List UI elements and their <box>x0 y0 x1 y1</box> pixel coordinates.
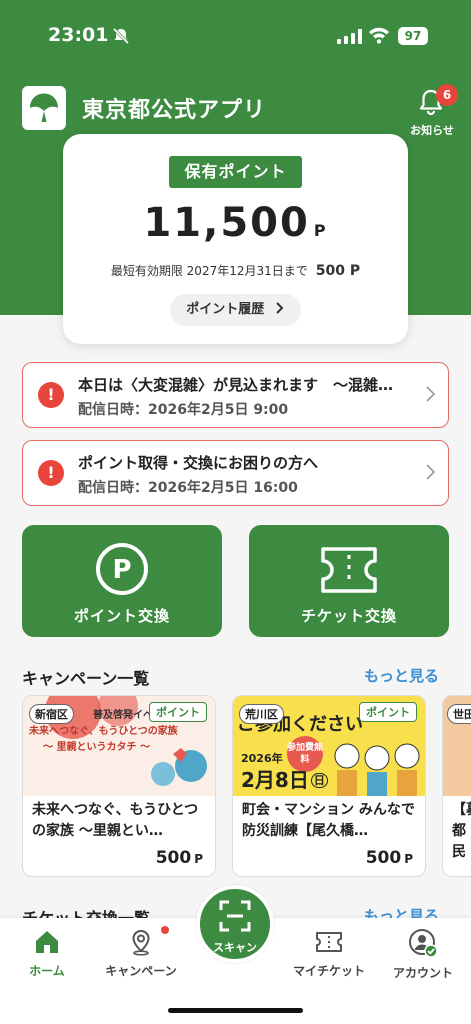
svg-text:P: P <box>112 555 131 585</box>
banner-date-text: 2月8日 <box>241 768 309 792</box>
points-expiry: 最短有効期限 2027年12月31日まで 500 P <box>63 262 408 279</box>
campaign-points-unit: P <box>404 852 413 866</box>
ticket-icon <box>316 932 342 952</box>
cellular-signal-icon <box>337 28 362 44</box>
point-tag: ポイント <box>359 702 417 722</box>
app-title: 東京都公式アプリ <box>82 98 267 123</box>
tab-account[interactable]: アカウント <box>378 928 468 981</box>
campaign-points-value: 500 <box>155 848 192 868</box>
map-pin-icon <box>132 929 150 956</box>
campaign-points-unit: P <box>194 852 203 866</box>
point-history-label: ポイント履歴 <box>186 302 265 317</box>
tab-account-label: アカウント <box>392 966 453 980</box>
points-card: 保有ポイント 11,500 P 最短有効期限 2027年12月31日まで 500 P… <box>63 134 408 344</box>
alert-item-help[interactable]: ! ポイント取得・交換にお困りの方へ 配信日時：2026年2月5日 16:00 <box>22 440 449 506</box>
status-bar: 23:01 97 <box>0 0 471 70</box>
point-tag: ポイント <box>149 702 207 722</box>
tab-home-label: ホーム <box>29 964 65 978</box>
disaster-drill-illustration <box>334 743 420 796</box>
alert-date: 配信日時：2026年2月5日 9:00 <box>78 402 289 418</box>
home-icon <box>36 931 58 953</box>
notifications-button[interactable]: 6 お知らせ <box>404 84 460 140</box>
scan-label: スキャン <box>213 941 257 954</box>
wifi-icon <box>369 27 389 44</box>
alert-icon: ! <box>38 382 64 408</box>
ward-tag: 新宿区 <box>29 704 74 724</box>
banner-day: 日 <box>310 773 328 788</box>
tab-my-ticket-label: マイチケット <box>292 964 365 978</box>
campaign-points-value: 500 <box>365 848 402 868</box>
home-indicator <box>168 1008 303 1013</box>
status-time: 23:01 <box>48 24 109 46</box>
silent-bell-icon <box>112 27 130 45</box>
expiry-amount: 500 P <box>315 263 361 279</box>
tokyo-logo-icon <box>22 86 66 130</box>
chevron-right-icon <box>426 464 436 480</box>
points-balance: 11,500 P <box>63 200 408 246</box>
campaign-title: 未来へつなぐ、もうひとつの家族 ～里親とい… <box>32 802 199 839</box>
point-history-button[interactable]: ポイント履歴 <box>170 294 301 326</box>
campaign-card-setagaya[interactable]: 世田 【募都民 <box>442 695 471 877</box>
ward-tag: 世田 <box>447 704 471 724</box>
banner-sub: ～ 里親というカタチ ～ <box>43 742 150 753</box>
points-unit: P <box>313 221 328 240</box>
alert-icon: ! <box>38 460 64 486</box>
scan-button[interactable]: スキャン <box>196 885 274 963</box>
chevron-right-icon <box>276 302 284 314</box>
campaign-section-title: キャンペーン一覧 <box>22 669 150 688</box>
alert-title: ポイント取得・交換にお困りの方へ <box>78 454 319 472</box>
account-icon <box>409 929 438 958</box>
tab-home[interactable]: ホーム <box>2 928 92 979</box>
ticket-exchange-label: チケット交換 <box>300 607 397 625</box>
campaign-points: 500 P <box>156 848 203 868</box>
battery-indicator: 97 <box>398 27 428 45</box>
alert-date: 配信日時：2026年2月5日 16:00 <box>78 480 298 496</box>
campaign-more-link[interactable]: もっと見る <box>364 665 439 686</box>
scan-icon <box>219 900 251 932</box>
expiry-label: 最短有効期限 2027年12月31日まで <box>110 264 308 278</box>
ward-tag: 荒川区 <box>239 704 284 724</box>
tab-campaign-label: キャンペーン <box>105 964 177 978</box>
campaign-new-dot <box>161 926 169 934</box>
ticket-icon <box>321 547 377 593</box>
tab-campaign[interactable]: キャンペーン <box>96 928 186 979</box>
banner-main: 未来へつなぐ、もうひとつの家族 <box>29 726 178 737</box>
campaign-title: 町会・マンション みんなで防災訓練【尾久橋… <box>242 802 415 839</box>
alert-title: 本日は〈大変混雑〉が見込まれます ～混雑… <box>78 376 394 394</box>
point-exchange-label: ポイント交換 <box>73 607 170 625</box>
campaign-card-arakawa[interactable]: ご参加ください 参加費無料 2026年 2月8日日 荒川区 ポイント 町会・マン… <box>232 695 426 877</box>
banner-date: 2月8日日 <box>241 764 328 793</box>
point-exchange-button[interactable]: P ポイント交換 <box>22 525 222 637</box>
campaign-points: 500 P <box>366 848 413 868</box>
ticket-exchange-button[interactable]: チケット交換 <box>249 525 449 637</box>
points-tag: 保有ポイント <box>169 156 302 188</box>
alert-item-congestion[interactable]: ! 本日は〈大変混雑〉が見込まれます ～混雑… 配信日時：2026年2月5日 9… <box>22 362 449 428</box>
chevron-right-icon <box>426 386 436 402</box>
tab-my-ticket[interactable]: マイチケット <box>284 928 374 979</box>
point-coin-icon: P <box>96 543 148 595</box>
notifications-label: お知らせ <box>410 124 454 137</box>
points-value: 11,500 <box>143 200 310 246</box>
notification-count-badge: 6 <box>436 84 458 106</box>
campaign-title: 【募都民 <box>452 802 471 860</box>
campaign-card-shinjuku[interactable]: 普及啓発イベント 未来へつなぐ、もうひとつの家族 ～ 里親というカタチ ～ 新宿… <box>22 695 216 877</box>
